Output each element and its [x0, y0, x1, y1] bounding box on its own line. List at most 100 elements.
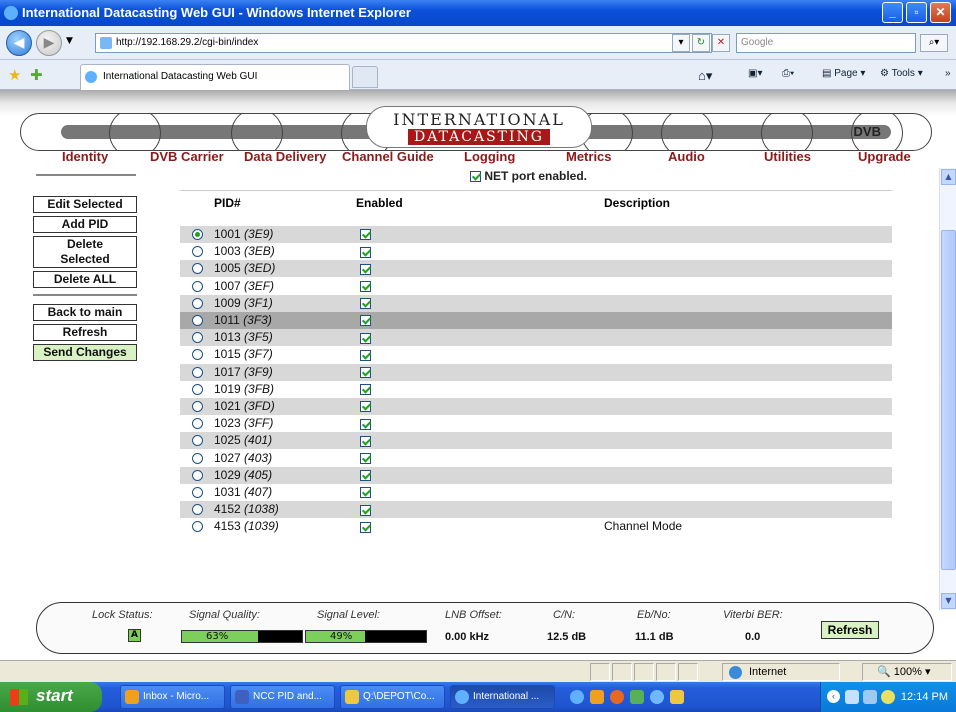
- enabled-checkbox[interactable]: [360, 470, 371, 482]
- address-input[interactable]: http://192.168.29.2/cgi-bin/index: [95, 33, 712, 53]
- nav-metrics[interactable]: Metrics: [566, 149, 612, 164]
- taskbar-item-ie[interactable]: International ...: [450, 685, 555, 709]
- scroll-up-icon[interactable]: ▲: [941, 169, 956, 185]
- row-select-radio[interactable]: [192, 315, 203, 326]
- row-select-radio[interactable]: [192, 229, 203, 240]
- history-dropdown-icon[interactable]: ▼: [66, 36, 73, 46]
- quicklaunch-app-icon[interactable]: [630, 690, 644, 704]
- refresh-button[interactable]: Refresh: [33, 324, 137, 341]
- row-select-radio[interactable]: [192, 504, 203, 516]
- enabled-checkbox[interactable]: [360, 521, 371, 533]
- taskbar-item-word[interactable]: NCC PID and...: [230, 685, 335, 709]
- tools-menu[interactable]: ⚙ Tools ▾: [880, 68, 923, 79]
- table-row[interactable]: 1007 (3EF): [180, 278, 892, 295]
- nav-identity[interactable]: Identity: [62, 149, 108, 164]
- enabled-checkbox[interactable]: [360, 366, 371, 378]
- table-row[interactable]: 1021 (3FD): [180, 398, 892, 415]
- enabled-checkbox[interactable]: [360, 315, 371, 327]
- table-row[interactable]: 1003 (3EB): [180, 243, 892, 260]
- row-select-radio[interactable]: [192, 487, 203, 498]
- table-row[interactable]: 1025 (401): [180, 432, 892, 450]
- favorites-star-icon[interactable]: ★: [8, 66, 21, 84]
- taskbar-item-inbox[interactable]: Inbox - Micro...: [120, 685, 225, 709]
- refresh-icon[interactable]: ↻: [692, 34, 710, 52]
- enabled-checkbox[interactable]: [360, 384, 371, 396]
- enabled-checkbox[interactable]: [360, 418, 371, 430]
- address-dropdown-icon[interactable]: ▾: [672, 34, 690, 52]
- nav-logging[interactable]: Logging: [464, 149, 515, 164]
- start-button[interactable]: start: [0, 682, 102, 712]
- nav-utilities[interactable]: Utilities: [764, 149, 811, 164]
- enabled-checkbox[interactable]: [360, 246, 371, 258]
- search-icon[interactable]: ⌕▾: [920, 34, 948, 52]
- search-input[interactable]: Google: [736, 33, 916, 53]
- quicklaunch-outlook-icon[interactable]: [590, 690, 604, 704]
- enabled-checkbox[interactable]: [360, 332, 371, 344]
- quicklaunch-firefox-icon[interactable]: [610, 690, 624, 704]
- enabled-checkbox[interactable]: [360, 487, 371, 499]
- scroll-thumb[interactable]: [941, 230, 956, 570]
- nav-upgrade[interactable]: Upgrade: [858, 149, 911, 164]
- row-select-radio[interactable]: [192, 521, 203, 533]
- table-row[interactable]: 1005 (3ED): [180, 260, 892, 278]
- chevron-more-icon[interactable]: »: [945, 68, 951, 79]
- table-row[interactable]: 1009 (3F1): [180, 294, 892, 312]
- maximize-button[interactable]: ▫: [906, 2, 927, 23]
- back-to-main-button[interactable]: Back to main: [33, 304, 137, 321]
- tab-current[interactable]: International Datacasting Web GUI: [80, 64, 350, 90]
- enabled-checkbox[interactable]: [360, 229, 371, 241]
- table-row[interactable]: 1031 (407): [180, 484, 892, 501]
- row-select-radio[interactable]: [192, 246, 203, 258]
- row-select-radio[interactable]: [192, 418, 203, 430]
- table-row[interactable]: 1017 (3F9): [180, 363, 892, 381]
- table-row[interactable]: 1027 (403): [180, 450, 892, 467]
- row-select-radio[interactable]: [192, 263, 203, 275]
- zoom-cell[interactable]: 🔍 100% ▾: [862, 663, 952, 681]
- back-button[interactable]: ◀: [6, 30, 32, 56]
- row-select-radio[interactable]: [192, 383, 203, 395]
- status-refresh-button[interactable]: Refresh: [821, 621, 879, 639]
- feeds-icon[interactable]: ▣▾: [748, 68, 762, 79]
- volume-icon[interactable]: [863, 690, 877, 704]
- send-changes-button[interactable]: Send Changes: [33, 344, 137, 361]
- page-menu[interactable]: ▤ Page ▾: [822, 68, 865, 79]
- table-row[interactable]: 1023 (3FF): [180, 415, 892, 432]
- row-select-radio[interactable]: [192, 401, 203, 412]
- row-select-radio[interactable]: [192, 452, 203, 464]
- edit-selected-button[interactable]: Edit Selected: [33, 196, 137, 213]
- window-title-bar[interactable]: International Datacasting Web GUI - Wind…: [0, 0, 956, 26]
- row-select-radio[interactable]: [192, 280, 203, 292]
- nav-data-delivery[interactable]: Data Delivery: [244, 149, 326, 164]
- tray-chevron-icon[interactable]: ‹: [827, 690, 840, 703]
- enabled-checkbox[interactable]: [360, 280, 371, 292]
- quicklaunch-ie2-icon[interactable]: [650, 690, 664, 704]
- table-row[interactable]: 1011 (3F3): [180, 312, 892, 329]
- table-row[interactable]: 4152 (1038): [180, 501, 892, 519]
- table-row[interactable]: 1019 (3FB): [180, 381, 892, 398]
- net-port-checkbox[interactable]: [470, 171, 481, 183]
- print-icon[interactable]: ⎙▾: [782, 68, 794, 79]
- scroll-down-icon[interactable]: ▼: [941, 593, 956, 609]
- enabled-checkbox[interactable]: [360, 452, 371, 464]
- stop-icon[interactable]: ✕: [712, 34, 730, 52]
- row-select-radio[interactable]: [192, 332, 203, 344]
- row-select-radio[interactable]: [192, 435, 203, 447]
- table-row[interactable]: 1013 (3F5): [180, 329, 892, 347]
- minimize-button[interactable]: _: [882, 2, 903, 23]
- home-icon[interactable]: ⌂▾: [698, 68, 712, 84]
- table-row[interactable]: 1015 (3F7): [180, 346, 892, 363]
- new-tab-button[interactable]: [352, 66, 378, 88]
- row-select-radio[interactable]: [192, 469, 203, 481]
- table-row[interactable]: 1029 (405): [180, 466, 892, 484]
- row-select-radio[interactable]: [192, 297, 203, 309]
- enabled-checkbox[interactable]: [360, 504, 371, 516]
- enabled-checkbox[interactable]: [360, 401, 371, 413]
- scrollbar[interactable]: ▲ ▼: [939, 168, 956, 610]
- enabled-checkbox[interactable]: [360, 349, 371, 361]
- network-icon[interactable]: [845, 690, 859, 704]
- nav-audio[interactable]: Audio: [668, 149, 705, 164]
- enabled-checkbox[interactable]: [360, 298, 371, 310]
- nav-dvb-carrier[interactable]: DVB Carrier: [150, 149, 224, 164]
- taskbar-item-folder[interactable]: Q:\DEPOT\Co...: [340, 685, 445, 709]
- quicklaunch-ie-icon[interactable]: [570, 690, 584, 704]
